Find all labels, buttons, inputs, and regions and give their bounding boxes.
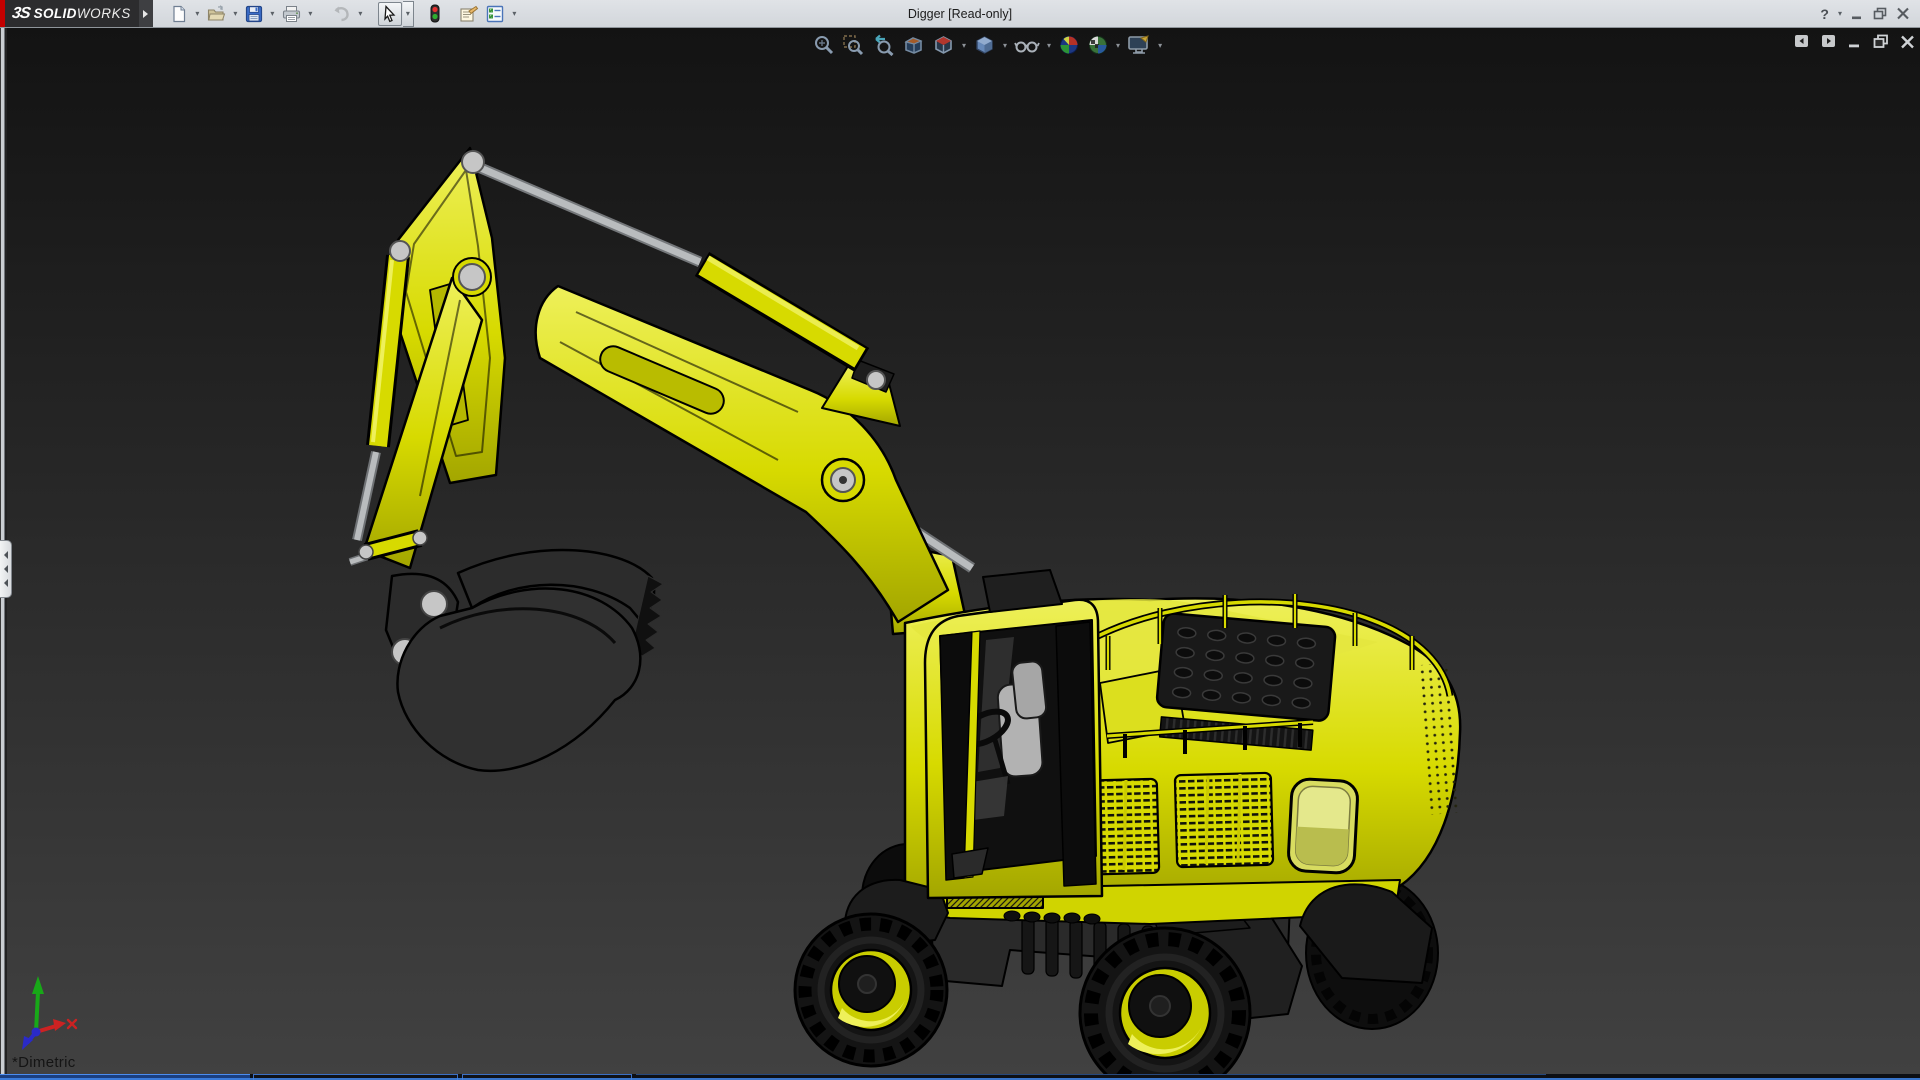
- brand-solid: SOLID: [34, 6, 77, 21]
- undo-button[interactable]: [328, 2, 354, 26]
- new-document-icon: [170, 5, 188, 23]
- close-button[interactable]: [1896, 7, 1910, 20]
- open-folder-icon: [207, 5, 226, 23]
- save-floppy-icon: [245, 5, 263, 23]
- bucket: [386, 550, 663, 771]
- hide-show-items-dropdown[interactable]: ▾: [1047, 41, 1051, 50]
- right-arrow-icon: [143, 10, 148, 18]
- section-view-button[interactable]: [901, 33, 926, 57]
- section-view-icon: [902, 34, 925, 56]
- windows-taskbar-edge[interactable]: [0, 1074, 1920, 1080]
- minimize-button[interactable]: [1851, 8, 1864, 20]
- left-arrow-icon: [4, 565, 8, 573]
- hide-show-items-button[interactable]: [1013, 33, 1041, 57]
- file-properties-icon: [459, 5, 479, 23]
- cab: [925, 570, 1102, 898]
- feature-pane-left-button[interactable]: [1794, 34, 1810, 49]
- zoom-to-fit-icon: [813, 34, 835, 56]
- undo-dropdown[interactable]: ▾: [355, 2, 366, 26]
- view-settings-icon: [1127, 34, 1151, 56]
- apply-scene-dropdown[interactable]: ▾: [1116, 41, 1120, 50]
- view-orientation-dropdown[interactable]: ▾: [962, 41, 966, 50]
- traffic-light-icon: [429, 4, 441, 24]
- restore-button[interactable]: [1873, 7, 1887, 20]
- apply-scene-button[interactable]: [1086, 33, 1110, 57]
- front-wheel: [795, 914, 947, 1066]
- help-button[interactable]: ?: [1820, 6, 1829, 22]
- window-controls: ? ▾: [1820, 0, 1920, 27]
- select-cursor-icon: [381, 5, 399, 23]
- boom-assembly: [350, 148, 972, 634]
- edit-appearance-button[interactable]: [1057, 33, 1081, 57]
- eyeglasses-icon: [1014, 34, 1040, 56]
- rebuild-button[interactable]: [426, 2, 444, 26]
- undo-icon: [331, 5, 351, 23]
- document-window-controls: [1794, 34, 1915, 49]
- excavator-model-scene: [0, 28, 1920, 1074]
- options-dropdown[interactable]: ▾: [509, 2, 520, 26]
- left-arrow-icon: [4, 551, 8, 559]
- display-style-button[interactable]: [972, 33, 997, 57]
- file-properties-button[interactable]: [456, 2, 482, 26]
- rear-window: [1288, 778, 1359, 873]
- select-tool-dropdown[interactable]: ▾: [403, 1, 414, 27]
- help-dropdown[interactable]: ▾: [1838, 10, 1842, 18]
- dassault-3s-logo: 3S: [4, 5, 35, 23]
- restore-document-button[interactable]: [1873, 34, 1889, 49]
- view-settings-dropdown[interactable]: ▾: [1158, 41, 1162, 50]
- solidworks-window: 3S SOLID WORKS ▾ ▾: [0, 0, 1920, 1080]
- zoom-to-fit-button[interactable]: [812, 33, 836, 57]
- reference-triad: [22, 976, 76, 1050]
- apply-scene-icon: [1087, 34, 1109, 56]
- zoom-to-area-icon: [842, 34, 864, 56]
- options-button[interactable]: [483, 2, 508, 26]
- view-orientation-label: *Dimetric: [12, 1054, 76, 1071]
- menu-expand-button[interactable]: [139, 0, 153, 27]
- solidworks-logo: 3S SOLID WORKS: [0, 0, 139, 27]
- standard-toolbar: ▾ ▾ ▾: [153, 0, 520, 27]
- save-dropdown[interactable]: ▾: [267, 2, 278, 26]
- printer-icon: [282, 5, 301, 23]
- appearance-ball-icon: [1058, 34, 1080, 56]
- left-arrow-icon: [4, 579, 8, 587]
- excavator-model[interactable]: [350, 148, 1460, 1074]
- display-style-icon: [973, 34, 996, 56]
- new-document-dropdown[interactable]: ▾: [192, 2, 203, 26]
- save-button[interactable]: [242, 2, 266, 26]
- new-document-button[interactable]: [167, 2, 191, 26]
- previous-view-button[interactable]: [870, 33, 896, 57]
- print-button[interactable]: [279, 2, 304, 26]
- close-document-button[interactable]: [1900, 35, 1915, 49]
- display-style-dropdown[interactable]: ▾: [1003, 41, 1007, 50]
- view-orientation-button[interactable]: [931, 33, 956, 57]
- zoom-to-area-button[interactable]: [841, 33, 865, 57]
- previous-view-icon: [871, 34, 895, 56]
- feature-pane-right-button[interactable]: [1821, 34, 1837, 49]
- print-dropdown[interactable]: ▾: [305, 2, 316, 26]
- open-button[interactable]: [204, 2, 229, 26]
- brand-works: WORKS: [77, 6, 131, 21]
- view-settings-button[interactable]: [1126, 33, 1152, 57]
- heads-up-view-toolbar: ▾ ▾ ▾: [812, 33, 1163, 57]
- options-checklist-icon: [486, 5, 505, 23]
- titlebar: 3S SOLID WORKS ▾ ▾: [0, 0, 1920, 28]
- minimize-document-button[interactable]: [1848, 35, 1862, 49]
- featuremanager-splitter-tab[interactable]: [0, 540, 12, 598]
- open-dropdown[interactable]: ▾: [230, 2, 241, 26]
- select-tool-button[interactable]: [378, 2, 402, 26]
- graphics-area[interactable]: ▾ ▾ ▾: [0, 28, 1920, 1074]
- view-orientation-icon: [932, 34, 955, 56]
